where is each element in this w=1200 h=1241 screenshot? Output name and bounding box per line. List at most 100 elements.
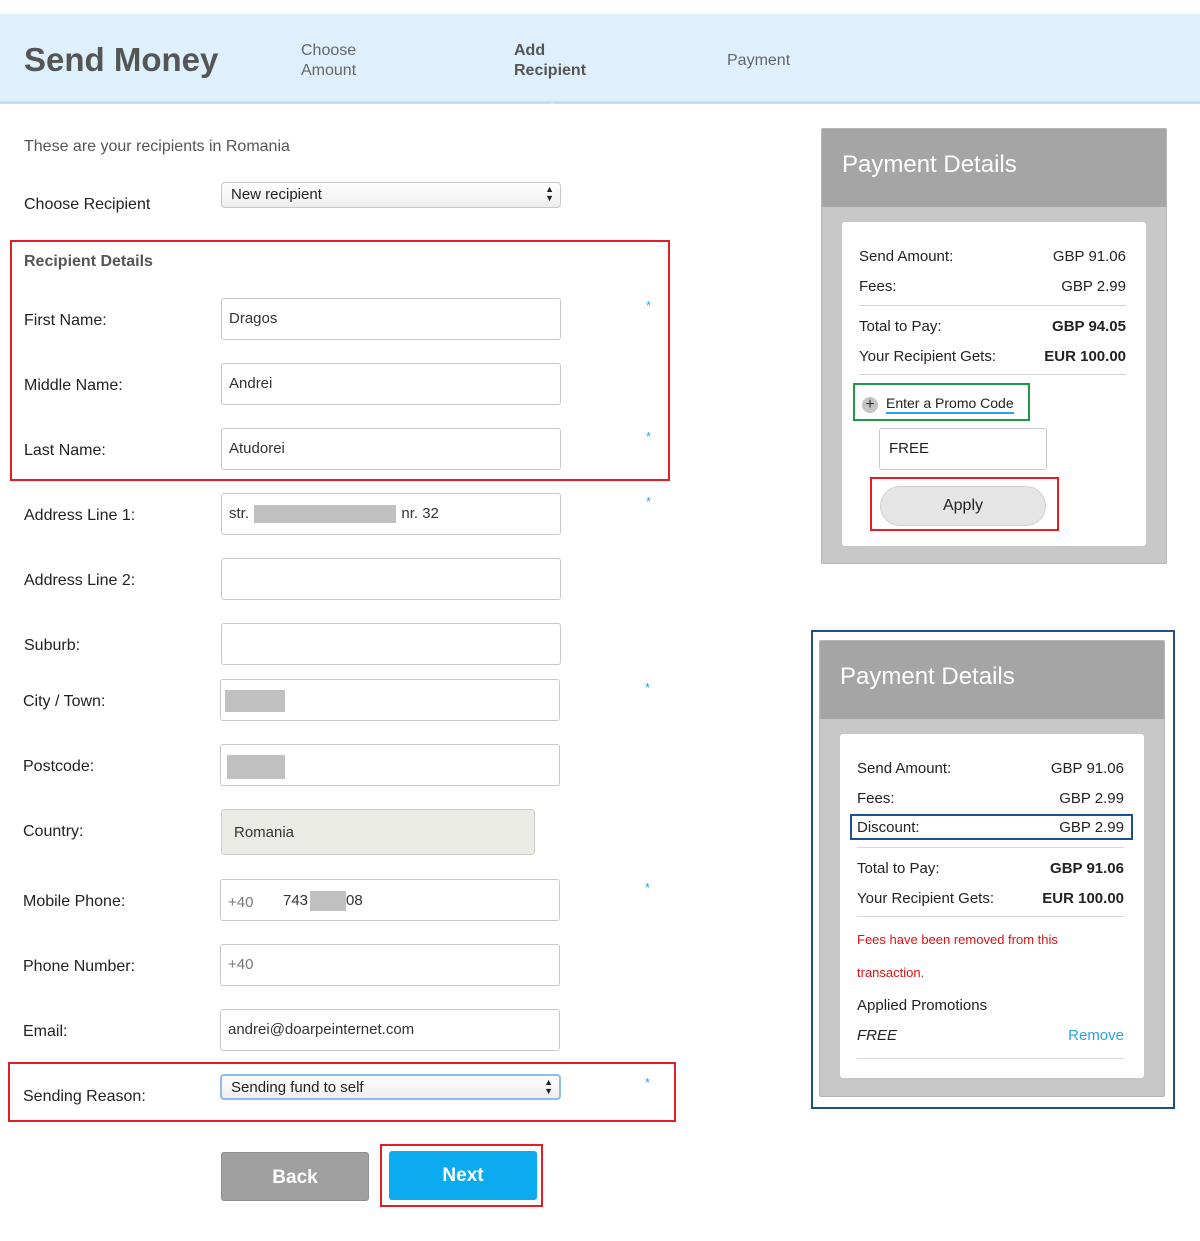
city-input[interactable]	[220, 679, 560, 721]
step-line1: Add	[514, 42, 546, 59]
phone-number-label: Phone Number:	[23, 958, 136, 975]
sending-reason-select[interactable]: Sending fund to self ▲ ▼	[220, 1074, 561, 1100]
recipient-gets-value: EUR 100.00	[1042, 890, 1124, 907]
step-line2: Amount	[301, 62, 357, 79]
recipient-details-title: Recipient Details	[24, 253, 153, 270]
divider	[857, 916, 1124, 917]
required-marker: *	[645, 680, 651, 695]
city-label: City / Town:	[23, 693, 106, 710]
applied-promo-name: FREE	[857, 1027, 898, 1044]
postcode-label: Postcode:	[23, 758, 95, 775]
discount-label: Discount:	[857, 819, 920, 836]
redacted-area	[254, 505, 397, 524]
fees-removed-note-line2: transaction.	[857, 965, 925, 980]
suburb-label: Suburb:	[24, 637, 81, 654]
recipient-gets-label: Your Recipient Gets:	[859, 348, 997, 365]
middle-name-label: Middle Name:	[24, 377, 123, 394]
payment-details-panel: Payment Details Send Amount: GBP 91.06 F…	[821, 128, 1167, 564]
discount-value: GBP 2.99	[1059, 819, 1124, 836]
remove-promo-link[interactable]: Remove	[1068, 1027, 1124, 1044]
apply-button[interactable]: Apply	[880, 486, 1046, 526]
total-value: GBP 94.05	[1052, 318, 1126, 335]
choose-recipient-select[interactable]: New recipient ▲ ▼	[221, 182, 561, 208]
total-label: Total to Pay:	[859, 318, 942, 335]
redacted-area	[227, 755, 285, 779]
fees-removed-note: Fees have been removed from this	[857, 932, 1058, 947]
back-button[interactable]: Back	[221, 1152, 369, 1201]
fees-label: Fees:	[859, 278, 897, 295]
address-prefix: str.	[229, 505, 250, 522]
total-label: Total to Pay:	[857, 860, 940, 877]
divider	[857, 847, 1124, 848]
required-marker: *	[645, 1075, 651, 1090]
suburb-input[interactable]	[221, 623, 561, 665]
send-amount-label: Send Amount:	[859, 248, 954, 265]
page-title: Send Money	[24, 41, 219, 78]
choose-recipient-value: New recipient	[231, 186, 322, 203]
divider	[859, 305, 1126, 306]
address-line-2-label: Address Line 2:	[24, 572, 136, 589]
address-line-1-input[interactable]: str. nr. 32	[221, 493, 561, 535]
step-payment[interactable]: Payment	[727, 51, 790, 71]
sending-reason-value: Sending fund to self	[231, 1079, 364, 1096]
send-amount-value: GBP 91.06	[1050, 760, 1124, 777]
step-line2: Recipient	[514, 62, 587, 79]
step-line1: Choose	[301, 42, 357, 59]
email-label: Email:	[23, 1023, 68, 1040]
address-line-2-input[interactable]	[221, 558, 561, 600]
fees-value: GBP 2.99	[1059, 790, 1124, 807]
country-field: Romania	[221, 809, 535, 855]
plus-circle-icon[interactable]: +	[862, 397, 878, 413]
required-marker: *	[646, 429, 652, 444]
applied-promotions-title: Applied Promotions	[857, 997, 988, 1014]
middle-name-input[interactable]: Andrei	[221, 363, 561, 405]
first-name-label: First Name:	[24, 312, 107, 329]
country-label: Country:	[23, 823, 84, 840]
send-amount-value: GBP 91.06	[1052, 248, 1126, 265]
active-step-caret	[539, 103, 565, 117]
redacted-area	[225, 690, 285, 712]
phone-prefix: 743	[283, 892, 309, 909]
address-line-1-label: Address Line 1:	[24, 507, 136, 524]
redacted-area	[310, 891, 346, 911]
phone-number-input[interactable]: +40	[220, 944, 560, 986]
recipient-gets-value: EUR 100.00	[1044, 348, 1126, 365]
required-marker: *	[646, 298, 652, 313]
choose-recipient-label: Choose Recipient	[24, 196, 151, 213]
fees-value: GBP 2.99	[1061, 278, 1126, 295]
select-arrows-icon: ▲ ▼	[544, 1077, 553, 1096]
step-line1: Payment	[727, 52, 791, 69]
mobile-phone-label: Mobile Phone:	[23, 893, 126, 910]
email-input[interactable]: andrei@doarpeinternet.com	[220, 1009, 560, 1051]
country-code: +40	[228, 894, 254, 911]
total-value: GBP 91.06	[1050, 860, 1124, 877]
sending-reason-label: Sending Reason:	[23, 1088, 146, 1105]
payment-details-title: Payment Details	[822, 129, 1166, 207]
country-code: +40	[228, 956, 254, 973]
recipients-intro: These are your recipients in Romania	[24, 138, 290, 155]
fees-label: Fees:	[857, 790, 895, 807]
next-button[interactable]: Next	[389, 1151, 537, 1200]
send-amount-label: Send Amount:	[857, 760, 952, 777]
header-bar: Send Money Choose Amount Add Recipient P…	[0, 14, 1200, 117]
payment-details-body: Send Amount: GBP 91.06 Fees: GBP 2.99 Di…	[840, 734, 1144, 1078]
phone-suffix: 08	[346, 892, 363, 909]
postcode-input[interactable]	[220, 744, 560, 786]
last-name-input[interactable]: Atudorei	[221, 428, 561, 470]
mobile-phone-input[interactable]: +40 743 08	[220, 879, 560, 921]
first-name-input[interactable]: Dragos	[221, 298, 561, 340]
promo-code-input[interactable]: FREE	[879, 428, 1047, 470]
required-marker: *	[646, 494, 652, 509]
step-choose-amount[interactable]: Choose Amount	[301, 41, 391, 81]
payment-details-title: Payment Details	[820, 641, 1164, 719]
step-add-recipient[interactable]: Add Recipient	[514, 41, 614, 81]
divider	[857, 1058, 1124, 1059]
required-marker: *	[645, 880, 651, 895]
enter-promo-code-link[interactable]: Enter a Promo Code	[886, 395, 1014, 414]
select-arrows-icon: ▲ ▼	[545, 184, 554, 203]
divider	[859, 374, 1126, 375]
payment-details-panel-applied: Payment Details Send Amount: GBP 91.06 F…	[819, 640, 1165, 1097]
recipient-gets-label: Your Recipient Gets:	[857, 890, 995, 907]
address-suffix: nr. 32	[401, 505, 439, 522]
last-name-label: Last Name:	[24, 442, 106, 459]
